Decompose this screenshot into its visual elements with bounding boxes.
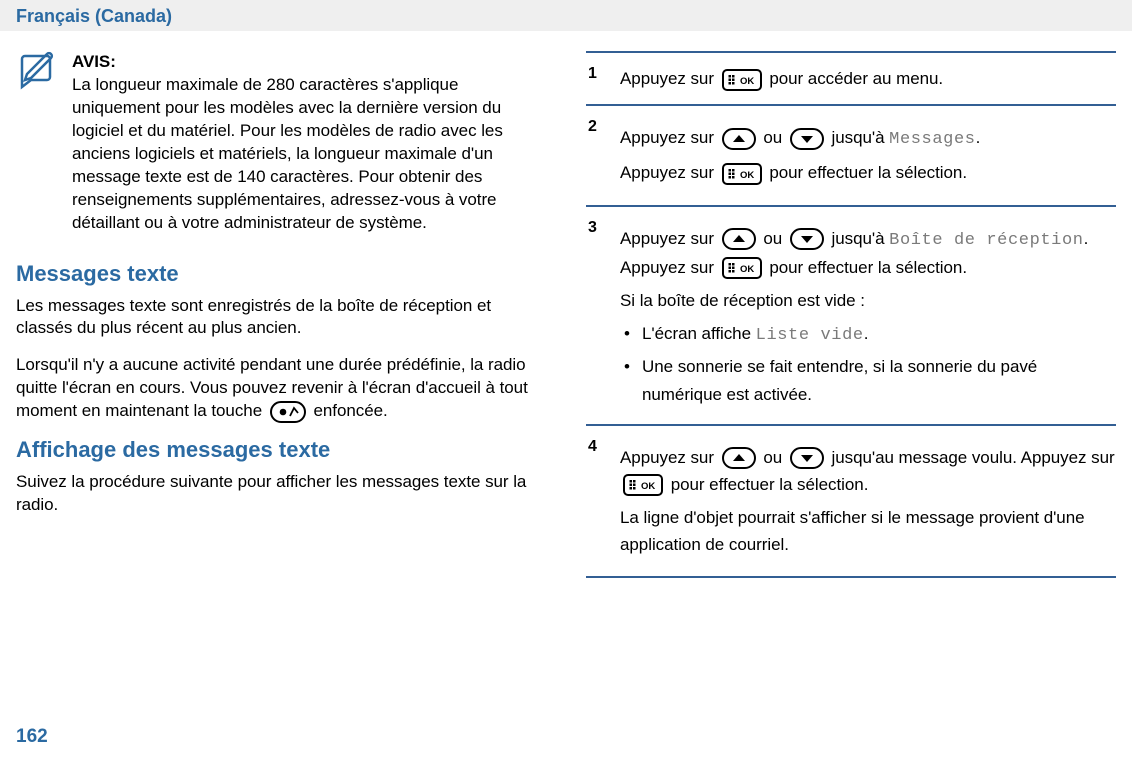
menu-ok-button-icon <box>722 69 762 91</box>
section1-p1: Les messages texte sont enregistrés de l… <box>16 295 546 341</box>
section2-p1: Suivez la procédure suivante pour affich… <box>16 471 546 517</box>
up-button-icon <box>722 228 756 250</box>
page-number: 162 <box>16 726 48 748</box>
step4-note: La ligne d'objet pourrait s'afficher si … <box>620 504 1116 558</box>
language-header: Français (Canada) <box>0 0 1132 31</box>
menu-inbox-label: Boîte de réception <box>889 231 1083 250</box>
menu-messages-label: Messages <box>889 130 975 149</box>
menu-ok-button-icon <box>722 257 762 279</box>
section-title-display: Affichage des messages texte <box>16 437 546 463</box>
notice-text: La longueur maximale de 280 caractères s… <box>72 75 503 232</box>
right-column: Appuyez sur pour accéder au menu. Appuye… <box>586 51 1116 578</box>
bullet-empty-list: L'écran affiche Liste vide. <box>622 320 1116 349</box>
step-4: Appuyez sur ou jusqu'au message voulu. A… <box>586 424 1116 579</box>
section-title-messages: Messages texte <box>16 261 546 287</box>
notice-title: AVIS: <box>72 52 116 71</box>
notice-body: AVIS: La longueur maximale de 280 caract… <box>72 51 546 235</box>
up-button-icon <box>722 447 756 469</box>
down-button-icon <box>790 228 824 250</box>
page-body: AVIS: La longueur maximale de 280 caract… <box>0 31 1132 578</box>
notice-block: AVIS: La longueur maximale de 280 caract… <box>16 51 546 235</box>
steps-list: Appuyez sur pour accéder au menu. Appuye… <box>586 51 1116 578</box>
step3-empty-intro: Si la boîte de réception est vide : <box>620 287 1116 314</box>
language-label: Français (Canada) <box>16 6 172 26</box>
section1-p2: Lorsqu'il n'y a aucune activité pendant … <box>16 354 546 423</box>
menu-ok-button-icon <box>722 163 762 185</box>
step3-bullets: L'écran affiche Liste vide. Une sonnerie… <box>620 320 1116 408</box>
down-button-icon <box>790 447 824 469</box>
step-3: Appuyez sur ou jusqu'à Boîte de réceptio… <box>586 205 1116 424</box>
step-1: Appuyez sur pour accéder au menu. <box>586 51 1116 104</box>
step-2: Appuyez sur ou jusqu'à Messages. Appuyez… <box>586 104 1116 204</box>
menu-ok-button-icon <box>623 474 663 496</box>
left-column: AVIS: La longueur maximale de 280 caract… <box>16 51 546 578</box>
note-icon <box>19 51 57 235</box>
up-button-icon <box>722 128 756 150</box>
down-button-icon <box>790 128 824 150</box>
home-button-icon <box>270 401 306 423</box>
bullet-tone: Une sonnerie se fait entendre, si la son… <box>622 353 1116 407</box>
